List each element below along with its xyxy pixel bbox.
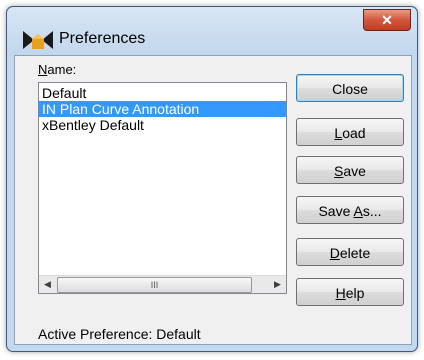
scroll-left-arrow-icon[interactable]: ◀ [39,276,56,293]
horizontal-scrollbar[interactable]: ◀ III ▶ [39,275,286,293]
bentley-preferences-icon [23,31,53,49]
close-icon: ✕ [381,12,393,28]
title-bar[interactable]: Preferences ✕ [7,7,417,55]
scroll-thumb[interactable]: III [57,277,252,293]
close-button[interactable]: Close [296,74,404,102]
list-item[interactable]: xBentley Default [39,117,286,133]
dialog-body: Name: Default IN Plan Curve Annotation x… [14,55,412,345]
help-button[interactable]: Help [296,278,404,306]
delete-button[interactable]: Delete [296,238,404,266]
save-as-button[interactable]: Save As... [296,196,404,224]
scroll-grip-icon: III [150,280,159,290]
preferences-list[interactable]: Default IN Plan Curve Annotation xBentle… [38,82,287,294]
name-label: Name: [38,62,77,77]
preferences-dialog: Preferences ✕ Name: Default IN Plan Curv… [6,6,418,352]
scroll-right-arrow-icon[interactable]: ▶ [269,276,286,293]
dialog-title: Preferences [59,30,146,47]
active-preference-status: Active Preference: Default [38,326,201,342]
close-window-button[interactable]: ✕ [363,9,411,31]
list-item[interactable]: Default [39,85,286,101]
save-button[interactable]: Save [296,156,404,184]
list-item-selected[interactable]: IN Plan Curve Annotation [39,101,286,117]
load-button[interactable]: Load [296,118,404,146]
